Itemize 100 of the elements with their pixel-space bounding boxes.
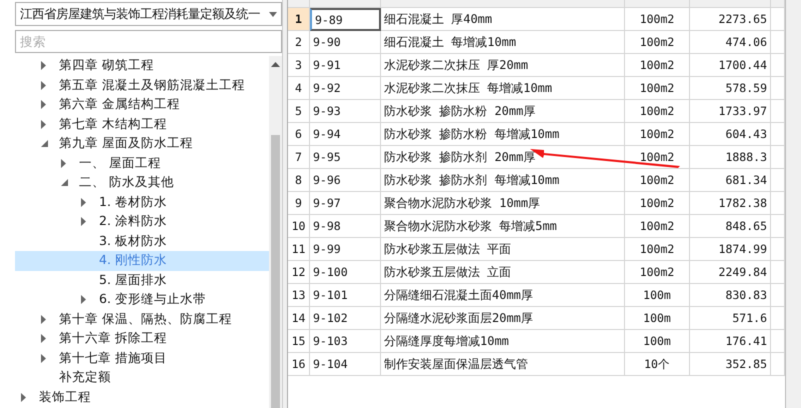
table-cell: 防水砂浆 掺防水粉 每增减10mm [381,123,625,146]
tree-item[interactable]: 第九章 屋面及防水工程 [15,134,269,154]
row-number: 15 [288,330,310,353]
expanded-icon[interactable] [61,179,68,186]
table-cell: 100m2 [625,192,690,215]
table-cell: 474.06 [690,31,771,54]
row-number: 13 [288,284,310,307]
row-number: 16 [288,353,310,376]
table-cell: 9-90 [310,31,381,54]
collapsed-icon[interactable] [21,392,26,402]
tree-item[interactable]: 第十六章 拆除工程 [15,329,269,348]
tree-item[interactable]: 装饰工程 [15,388,269,407]
tree-item[interactable]: 6. 变形缝与止水带 [15,290,269,310]
tree-item[interactable]: 1. 卷材防水 [15,192,269,212]
table-cell: 2273.65 [690,8,771,31]
table-cell: 1700.44 [690,54,771,77]
table-cell: 578.59 [690,77,771,100]
dropdown-value: 江西省房屋建筑与装饰工程消耗量定额及统一 [20,6,261,22]
collapsed-icon[interactable] [41,80,46,90]
collapsed-icon[interactable] [61,158,66,168]
table-cell: 9-103 [310,330,381,353]
table-cell: 聚合物水泥防水砂浆 10mm厚 [381,192,625,215]
tree-item[interactable]: 第十章 保温、隔热、防腐工程 [15,310,269,329]
expanded-icon[interactable] [41,140,48,148]
collapsed-icon[interactable] [41,61,46,70]
table-cell: 176.41 [690,330,771,353]
table-cell: 1782.38 [690,192,771,215]
table-cell: 9-101 [310,284,381,307]
collapsed-icon[interactable] [81,217,86,226]
table-cell: 830.83 [690,284,771,307]
table-cell: 1874.99 [690,238,771,261]
table-cell: 100m [625,284,690,307]
table-cell: 分隔缝细石混凝土面40mm厚 [381,284,625,307]
table-cell: 水泥砂浆二次抹压 每增减10mm [381,77,625,100]
table-cell: 聚合物水泥防水砂浆 每增减5mm [381,215,625,238]
collapsed-icon[interactable] [81,295,86,304]
scrollbar-thumb[interactable] [271,135,280,408]
row-number: 12 [288,261,310,284]
row-number: 3 [288,54,310,77]
table-cell: 9-95 [310,146,381,169]
table-cell: 9-102 [310,307,381,330]
row-number: 10 [288,215,310,238]
tree-item[interactable]: 第六章 金属结构工程 [15,95,269,114]
table-cell: 防水砂浆 掺防水剂 每增减10mm [381,169,625,192]
table-cell: 9-98 [310,215,381,238]
collapsed-icon[interactable] [41,100,46,110]
table-cell: 100m [625,330,690,353]
tree-item[interactable]: 第七章 木结构工程 [15,114,269,134]
table-cell: 水泥砂浆二次抹压 厚20mm [381,54,625,77]
table-cell: 10个 [625,353,690,376]
collapsed-icon[interactable] [41,120,46,129]
table-cell: 细石混凝土 每增减10mm [381,31,625,54]
caret-icon [269,12,277,16]
table-cell: 9-99 [310,238,381,261]
table-cell: 100m2 [625,54,690,77]
table-cell: 9-100 [310,261,381,284]
collapsed-icon[interactable] [41,314,46,324]
table-cell: 681.34 [690,169,771,192]
library-dropdown[interactable]: 江西省房屋建筑与装饰工程消耗量定额及统一 [15,2,282,26]
table-cell: 9-91 [310,54,381,77]
tree-item[interactable]: 第五章 混凝土及钢筋混凝土工程 [15,76,269,95]
row-number: 14 [288,307,310,330]
tree-item[interactable]: 一、 屋面工程 [15,154,269,173]
collapsed-icon[interactable] [81,198,86,207]
search-field[interactable]: 搜索 [15,30,282,53]
scroll-up-icon[interactable] [271,62,280,67]
table-cell: 防水砂浆五层做法 平面 [381,238,625,261]
table-cell: 分隔缝水泥砂浆面层20mm厚 [381,307,625,330]
table-cell: 100m2 [625,169,690,192]
table-cell: 100m2 [625,238,690,261]
table-cell: 100m2 [625,100,690,123]
table-cell: 571.6 [690,307,771,330]
row-number: 7 [288,146,310,169]
table-cell: 100m [625,307,690,330]
collapsed-icon[interactable] [41,334,46,344]
table-cell: 1733.97 [690,100,771,123]
scrollbar[interactable] [269,56,282,408]
table-cell: 制作安装屋面保温层透气管 [381,353,625,376]
tree-item[interactable]: 3. 板材防水 [15,232,269,251]
table-cell: 848.65 [690,215,771,238]
row-number: 6 [288,123,310,146]
tree-item[interactable]: 第四章 砌筑工程 [15,56,269,76]
table-cell: 细石混凝土 厚40mm [381,8,625,31]
table-cell: 9-96 [310,169,381,192]
row-number: 1 [288,8,310,31]
table-cell: 防水砂浆五层做法 立面 [381,261,625,284]
tree-item[interactable]: 第十七章 措施项目 [15,348,269,368]
tree-item[interactable]: 二、 防水及其他 [15,173,269,192]
table-cell: 100m2 [625,261,690,284]
row-number: 11 [288,238,310,261]
tree-item[interactable]: 2. 涂料防水 [15,212,269,232]
collapsed-icon[interactable] [41,354,46,363]
table-cell: 2249.84 [690,261,771,284]
row-number: 5 [288,100,310,123]
table-cell: 604.43 [690,123,771,146]
table-cell: 352.85 [690,353,771,376]
table-cell: 9-104 [310,353,381,376]
table-cell: 1888.3 [690,146,771,169]
tree-item[interactable]: 5. 屋面排水 [15,270,269,290]
tree-item[interactable]: 补充定额 [15,368,269,388]
